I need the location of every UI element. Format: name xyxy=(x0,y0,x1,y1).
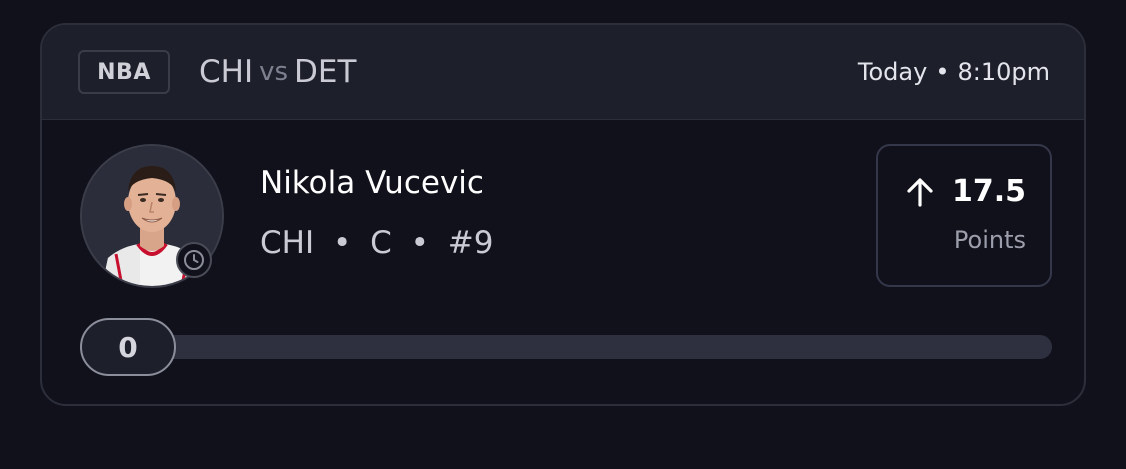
game-clock-time: 8:10pm xyxy=(957,58,1050,86)
meta-separator: • xyxy=(410,225,429,261)
player-position: C xyxy=(370,225,392,261)
matchup: CHI vs DET xyxy=(199,49,356,95)
line-value: 17.5 xyxy=(951,174,1026,209)
away-team: DET xyxy=(294,54,357,90)
player-team: CHI xyxy=(260,225,315,261)
arrow-up-icon xyxy=(907,177,933,207)
player-avatar-wrap[interactable] xyxy=(80,144,224,288)
league-badge: NBA xyxy=(78,50,170,94)
vs-label: vs xyxy=(259,57,289,87)
pick-line-button[interactable]: 17.5 Points xyxy=(876,144,1052,287)
game-time: Today • 8:10pm xyxy=(858,51,1050,93)
game-day: Today xyxy=(857,58,928,86)
game-header: NBA CHI vs DET Today • 8:10pm xyxy=(42,25,1084,120)
player-name: Nikola Vucevic xyxy=(260,165,484,201)
meta-separator: • xyxy=(332,225,352,261)
line-top: 17.5 xyxy=(906,174,1026,209)
progress-track xyxy=(80,335,1052,359)
player-number: #9 xyxy=(447,225,494,261)
home-team: CHI xyxy=(199,54,254,90)
prop-card[interactable]: NBA CHI vs DET Today • 8:10pm Nikola Vuc… xyxy=(40,23,1086,406)
game-time-separator: • xyxy=(935,58,950,86)
line-stat: Points xyxy=(953,226,1026,254)
progress-value: 0 xyxy=(80,318,176,376)
player-meta: CHI • C • #9 xyxy=(260,225,494,261)
clock-icon xyxy=(176,242,212,278)
